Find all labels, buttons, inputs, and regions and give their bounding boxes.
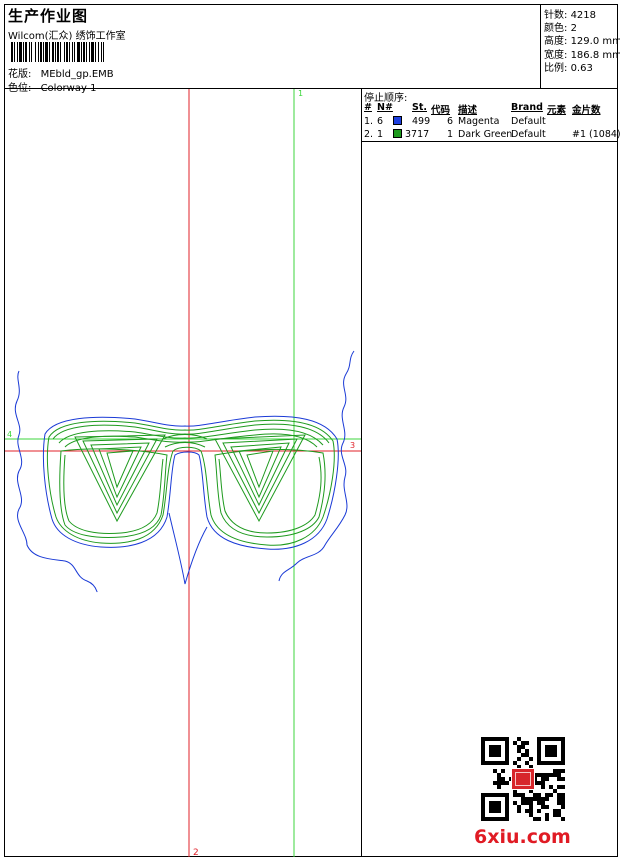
- row-stitches: 499: [412, 116, 431, 127]
- marker-bottom: 2: [193, 848, 199, 857]
- stats-panel: 针数: 4218 颜色: 2 高度: 129.0 mm 宽度: 186.8 mm…: [540, 5, 620, 88]
- marker-right: 3: [350, 441, 355, 450]
- col-code: 代码: [431, 105, 451, 116]
- right-wave-stroke: [278, 350, 355, 582]
- col-element: 元素: [547, 105, 567, 116]
- header-panel: 生产作业图 Wilcom(汇众) 绣饰工作室 花版: MEbld_gp.EMB …: [5, 5, 540, 94]
- color-swatch: [393, 116, 402, 125]
- row-needle: 6: [377, 116, 384, 127]
- design-preview: 1 2 4 3: [5, 89, 361, 857]
- stat-height: 高度: 129.0 mm: [544, 36, 620, 47]
- col-brand: Brand: [511, 102, 543, 113]
- col-sequins: 金片数: [572, 105, 601, 116]
- col-index: #: [364, 102, 372, 113]
- row-sequins: #1 (1084): [572, 129, 620, 140]
- row-desc: Dark Green: [458, 129, 513, 140]
- row-index: 1.: [364, 116, 374, 127]
- col-needle: N#: [377, 102, 393, 113]
- col-desc: 描述: [458, 105, 478, 116]
- design-name-row: 花版: MEbld_gp.EMB: [8, 65, 114, 80]
- row-code: 6: [447, 116, 454, 127]
- panel-divider: [361, 88, 362, 857]
- page-title: 生产作业图: [8, 7, 89, 25]
- red-seal-logo: [511, 768, 535, 790]
- marker-left: 4: [7, 430, 12, 439]
- company-name: Wilcom(汇众) 绣饰工作室: [8, 31, 126, 42]
- row-stitches: 3717: [405, 129, 430, 140]
- col-stitches: St.: [412, 102, 427, 113]
- left-wave-stroke: [14, 370, 98, 593]
- row-brand: Default: [511, 129, 546, 140]
- row-index: 2.: [364, 129, 374, 140]
- row-desc: Magenta: [458, 116, 500, 127]
- marker-top: 1: [298, 89, 303, 98]
- stop-sequence-divider: [362, 141, 618, 142]
- color-swatch: [393, 129, 402, 138]
- stat-scale: 比例: 0.63: [544, 63, 593, 74]
- row-code: 1: [447, 129, 454, 140]
- row-brand: Default: [511, 116, 546, 127]
- row-needle: 1: [377, 129, 384, 140]
- nose-strap: [168, 512, 208, 585]
- barcode: [11, 42, 104, 62]
- watermark-logo: 6xiu.com: [474, 826, 571, 848]
- design-canvas: 1 2 4 3: [5, 89, 361, 857]
